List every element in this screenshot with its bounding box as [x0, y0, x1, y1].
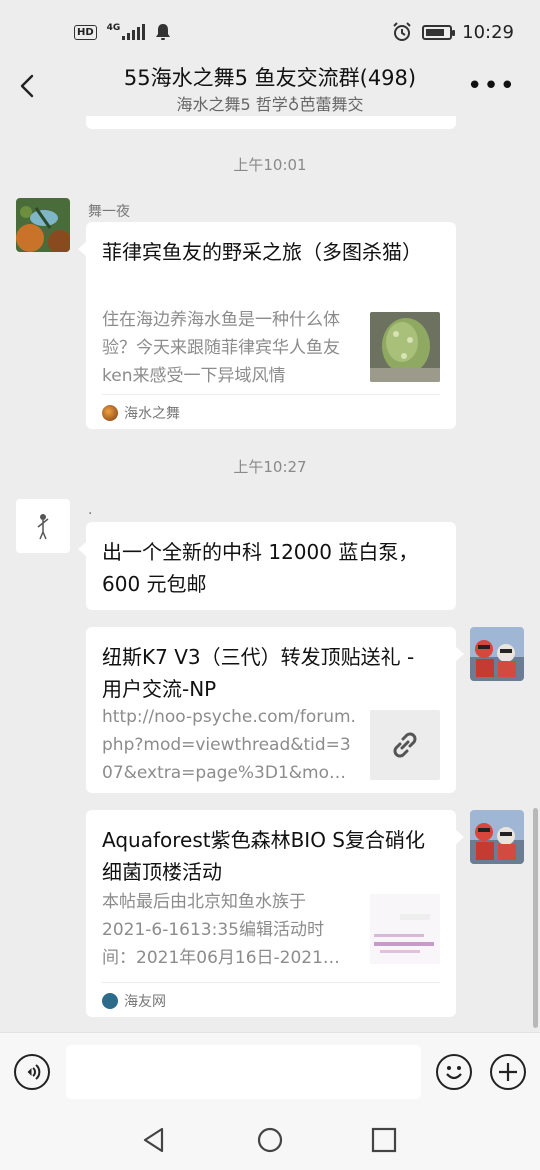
network-type: 4G	[106, 23, 121, 33]
status-time: 10:29	[462, 21, 514, 43]
text-message[interactable]: 出一个全新的中科 12000 蓝白泵，600 元包邮	[78, 522, 456, 610]
chat-header: 55海水之舞5 鱼友交流群(498) 海水之舞5 哲学♁芭蕾舞交 •••	[0, 58, 540, 116]
avatar[interactable]	[16, 499, 70, 553]
source-name: 海友网	[124, 994, 166, 1010]
link-card[interactable]: 纽斯K7 V3（三代）转发顶贴送礼 - 用户交流-NP http://noo-p…	[86, 627, 464, 793]
status-bar: HD 4G 10:29	[0, 0, 540, 64]
link-card[interactable]: 菲律宾鱼友的野采之旅（多图杀猫） 住在海边养海水鱼是一种什么体验？今天来跟随菲律…	[78, 222, 456, 429]
hd-badge: HD	[74, 24, 97, 40]
message-list[interactable]: 上午10:01 舞一夜 菲律宾鱼友的野采之旅（多图杀猫） 住在海边养海水鱼是一种…	[0, 116, 540, 1032]
voice-icon[interactable]	[14, 1054, 50, 1090]
sender-name: 舞一夜	[88, 204, 130, 220]
card-title: Aquaforest紫色森林BIO S复合硝化细菌顶楼活动	[102, 828, 425, 884]
page-subtitle: 海水之舞5 哲学♁芭蕾舞交	[176, 95, 364, 114]
self-avatar[interactable]	[470, 810, 524, 864]
self-avatar[interactable]	[470, 627, 524, 681]
page-title: 55海水之舞5 鱼友交流群(498)	[123, 66, 417, 90]
avatar[interactable]	[16, 198, 70, 252]
signal-icon	[122, 24, 146, 40]
plus-icon[interactable]	[490, 1054, 526, 1090]
timestamp: 上午10:01	[233, 156, 307, 174]
notification-bell-icon	[156, 24, 171, 40]
card-source: 海水之舞	[102, 394, 440, 423]
source-logo-icon	[102, 405, 118, 421]
card-title: 纽斯K7 V3（三代）转发顶贴送礼 - 用户交流-NP	[102, 645, 415, 701]
card-description: http://noo-psyche.com/forum.php?mod=view…	[102, 707, 356, 783]
card-description: 本帖最后由北京知鱼水族于 2021-6-1613:35编辑活动时间：2021年0…	[102, 892, 340, 968]
sender-name: .	[88, 502, 93, 518]
message-input[interactable]	[66, 1045, 421, 1099]
scrollbar[interactable]	[533, 808, 538, 1028]
card-thumbnail	[370, 710, 440, 780]
card-thumbnail	[370, 894, 440, 964]
card-title: 菲律宾鱼友的野采之旅（多图杀猫）	[102, 240, 422, 264]
system-nav-bar	[0, 1112, 540, 1170]
link-card[interactable]: Aquaforest紫色森林BIO S复合硝化细菌顶楼活动 本帖最后由北京知鱼水…	[86, 810, 464, 1017]
battery-icon	[422, 24, 456, 40]
alarm-icon	[393, 22, 411, 41]
card-thumbnail	[370, 312, 440, 382]
home-circle-icon[interactable]	[254, 1124, 286, 1156]
source-logo-icon	[102, 993, 118, 1009]
link-icon	[393, 732, 417, 758]
source-name: 海水之舞	[124, 406, 180, 422]
card-source: 海友网	[102, 982, 440, 1011]
card-description: 住在海边养海水鱼是一种什么体验？今天来跟随菲律宾华人鱼友ken来感受一下异域风情	[102, 310, 340, 386]
message-text: 出一个全新的中科 12000 蓝白泵，600 元包邮	[102, 540, 419, 596]
timestamp: 上午10:27	[233, 458, 307, 476]
previous-message-bubble	[86, 116, 456, 129]
recents-square-icon[interactable]	[368, 1124, 400, 1156]
status-left: HD 4G	[74, 23, 171, 41]
emoji-icon[interactable]	[436, 1054, 472, 1090]
more-horizontal-icon[interactable]: •••	[467, 72, 516, 100]
status-right: 10:29	[392, 22, 514, 43]
input-bar	[0, 1032, 540, 1112]
back-triangle-icon[interactable]	[138, 1124, 170, 1156]
